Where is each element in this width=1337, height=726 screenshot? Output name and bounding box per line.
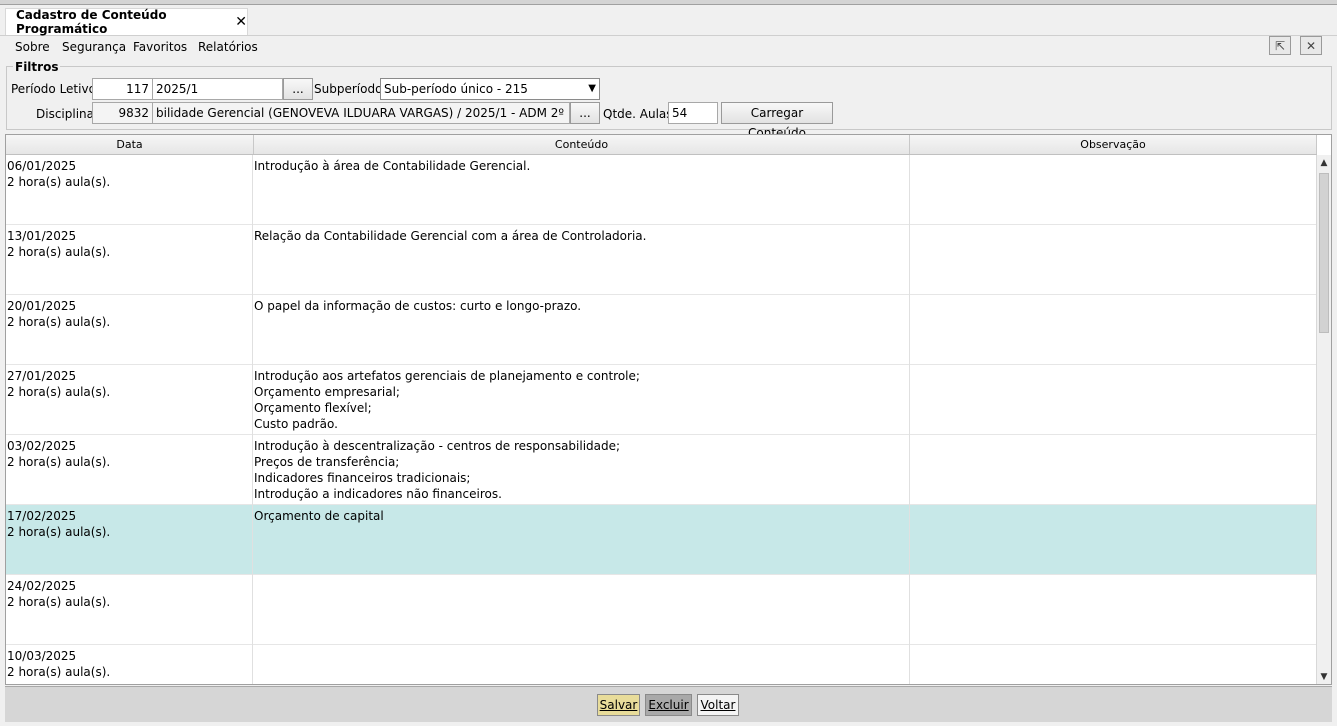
vertical-scrollbar[interactable]: ▲ ▼: [1316, 155, 1331, 684]
scroll-down-icon[interactable]: ▼: [1317, 669, 1331, 684]
tab-strip: Cadastro de Conteúdo Programático ✕: [0, 5, 1337, 36]
filters-legend: Filtros: [13, 60, 61, 74]
menu-relatorios[interactable]: Relatórios: [198, 40, 258, 54]
table-row[interactable]: 10/03/2025 2 hora(s) aula(s).: [6, 645, 1317, 684]
cell-observacao[interactable]: [910, 505, 1317, 575]
cell-observacao[interactable]: [910, 155, 1317, 225]
chevron-down-icon: ▼: [588, 83, 596, 94]
periodo-code-field[interactable]: 117: [92, 78, 153, 100]
cell-data[interactable]: 13/01/2025 2 hora(s) aula(s).: [7, 225, 253, 295]
cell-data[interactable]: 17/02/2025 2 hora(s) aula(s).: [7, 505, 253, 575]
grid-body: 06/01/2025 2 hora(s) aula(s). Introdução …: [6, 155, 1317, 684]
scroll-up-icon[interactable]: ▲: [1317, 155, 1331, 171]
cell-conteudo[interactable]: Introdução à descentralização - centros …: [254, 435, 910, 505]
subperiodo-selected: Sub-período único - 215: [384, 82, 528, 96]
cell-conteudo[interactable]: [254, 575, 910, 645]
back-button[interactable]: Voltar: [697, 694, 739, 716]
cell-data[interactable]: 27/01/2025 2 hora(s) aula(s).: [7, 365, 253, 435]
disciplina-label: Disciplina:: [36, 107, 99, 121]
periodo-browse-button[interactable]: ...: [283, 78, 313, 100]
tab-title: Cadastro de Conteúdo Programático: [16, 8, 167, 36]
qtde-aulas-label: Qtde. Aulas:: [603, 107, 677, 121]
column-header-conteudo[interactable]: Conteúdo: [254, 135, 910, 154]
cell-data[interactable]: 20/01/2025 2 hora(s) aula(s).: [7, 295, 253, 365]
delete-button[interactable]: Excluir: [645, 694, 692, 716]
cell-observacao[interactable]: [910, 575, 1317, 645]
table-row[interactable]: 13/01/2025 2 hora(s) aula(s). Relação da …: [6, 225, 1317, 295]
tab-close-icon[interactable]: ✕: [235, 14, 247, 30]
filters-group: Filtros Período Letivo: 117 2025/1 ... S…: [6, 60, 1332, 140]
tab-cadastro[interactable]: Cadastro de Conteúdo Programático ✕: [5, 8, 248, 36]
periodo-value-field[interactable]: 2025/1: [152, 78, 283, 100]
menu-bar: Sobre Segurança Favoritos Relatórios: [0, 36, 1337, 58]
disciplina-value-field[interactable]: bilidade Gerencial (GENOVEVA ILDUARA VAR…: [152, 102, 570, 124]
cell-observacao[interactable]: [910, 365, 1317, 435]
cell-observacao[interactable]: [910, 435, 1317, 505]
cell-observacao[interactable]: [910, 645, 1317, 684]
subperiodo-select[interactable]: Sub-período único - 215 ▼: [380, 78, 600, 100]
qtde-aulas-field[interactable]: 54: [668, 102, 718, 124]
action-bar: Salvar Excluir Voltar: [5, 686, 1332, 722]
cell-conteudo[interactable]: Orçamento de capital: [254, 505, 910, 575]
periodo-label: Período Letivo:: [11, 82, 100, 96]
content-grid: Data Conteúdo Observação 06/01/2025 2 ho…: [5, 134, 1332, 685]
grid-header: Data Conteúdo Observação: [6, 135, 1317, 155]
cell-data[interactable]: 03/02/2025 2 hora(s) aula(s).: [7, 435, 253, 505]
cell-data[interactable]: 06/01/2025 2 hora(s) aula(s).: [7, 155, 253, 225]
menu-favoritos[interactable]: Favoritos: [133, 40, 187, 54]
menu-sobre[interactable]: Sobre: [15, 40, 50, 54]
column-header-data[interactable]: Data: [6, 135, 254, 154]
cell-conteudo[interactable]: Introdução aos artefatos gerenciais de p…: [254, 365, 910, 435]
scroll-thumb[interactable]: [1319, 173, 1329, 333]
carregar-conteudo-button[interactable]: Carregar Conteúdo: [721, 102, 833, 140]
subperiodo-label: Subperíodo:: [314, 82, 387, 96]
disciplina-code-field[interactable]: 9832: [92, 102, 153, 124]
table-row[interactable]: 24/02/2025 2 hora(s) aula(s).: [6, 575, 1317, 645]
menu-seguranca[interactable]: Segurança: [62, 40, 126, 54]
close-window-icon[interactable]: ✕: [1300, 36, 1322, 55]
table-row[interactable]: 06/01/2025 2 hora(s) aula(s). Introdução …: [6, 155, 1317, 225]
cell-conteudo[interactable]: [254, 645, 910, 684]
table-row[interactable]: 03/02/2025 2 hora(s) aula(s). Introdução …: [6, 435, 1317, 505]
table-row[interactable]: 20/01/2025 2 hora(s) aula(s). O papel da …: [6, 295, 1317, 365]
column-header-observacao[interactable]: Observação: [910, 135, 1317, 154]
cell-conteudo[interactable]: O papel da informação de custos: curto e…: [254, 295, 910, 365]
cell-data[interactable]: 24/02/2025 2 hora(s) aula(s).: [7, 575, 253, 645]
cell-observacao[interactable]: [910, 225, 1317, 295]
popout-icon[interactable]: ⇱: [1269, 36, 1291, 55]
disciplina-browse-button[interactable]: ...: [570, 102, 600, 124]
table-row[interactable]: 17/02/2025 2 hora(s) aula(s). Orçamento d…: [6, 505, 1317, 575]
table-row[interactable]: 27/01/2025 2 hora(s) aula(s). Introdução …: [6, 365, 1317, 435]
save-button[interactable]: Salvar: [597, 694, 640, 716]
cell-conteudo[interactable]: Introdução à área de Contabilidade Geren…: [254, 155, 910, 225]
cell-data[interactable]: 10/03/2025 2 hora(s) aula(s).: [7, 645, 253, 684]
cell-observacao[interactable]: [910, 295, 1317, 365]
cell-conteudo[interactable]: Relação da Contabilidade Gerencial com a…: [254, 225, 910, 295]
